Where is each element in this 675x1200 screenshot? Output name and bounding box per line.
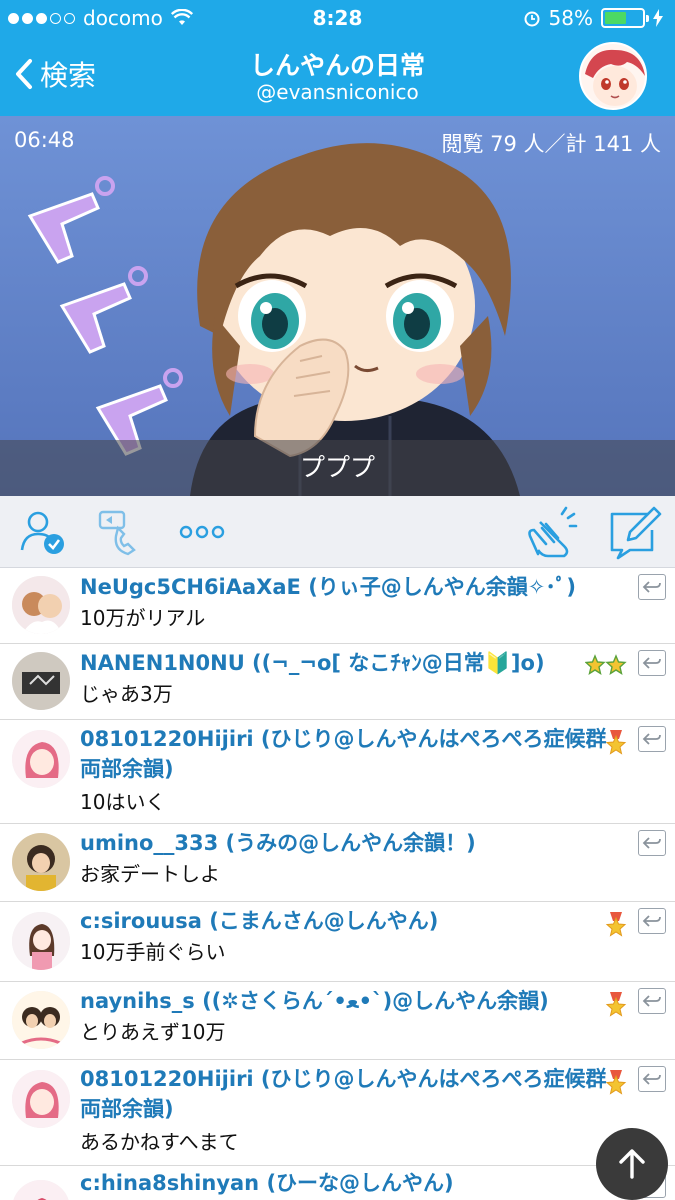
collab-call-button[interactable] [94,506,150,558]
battery-icon [601,8,649,28]
comment-row[interactable]: NeUgc5CH6iAaXaE (りぃ子@しんやん余韻✧･ﾟ) 10万がリアル [0,568,675,644]
comment-row[interactable]: 08101220Hijiri (ひじり@しんやんはぺろぺろ症候群両部余韻) ある… [0,1060,675,1166]
status-bar: docomo 8:28 58% [0,0,675,38]
arrow-up-icon [619,1149,645,1179]
nav-bar: 検索 しんやんの日常 @evansniconico [0,38,675,116]
scroll-to-top-button[interactable] [596,1128,668,1200]
stream-artwork [0,116,675,496]
comment-text: 10はいく [80,790,166,814]
comment-text: あるかねすへまて [80,1130,239,1154]
alarm-icon [524,11,540,27]
battery-percent: 58% [548,6,593,30]
comment-list: NeUgc5CH6iAaXaE (りぃ子@しんやん余韻✧･ﾟ) 10万がリアル … [0,568,675,1200]
comment-row[interactable]: c:hina8shinyan (ひーな@しんやん) [0,1166,675,1200]
more-button[interactable] [178,516,226,548]
user-avatar[interactable] [12,991,70,1049]
comment-text: 10万手前ぐらい [80,940,226,964]
follow-check-icon [20,511,64,554]
voice-call-icon [98,510,136,556]
comment-text: じゃあ3万 [80,682,173,706]
charging-icon [653,9,663,27]
page-subtitle: @evansniconico [256,80,419,104]
comment-username[interactable]: NeUgc5CH6iAaXaE (りぃ子@しんやん余韻✧･ﾟ) [80,572,608,602]
comment-username[interactable]: NANEN1N0NU ((¬_¬o[ なこﾁｬﾝ@日常🔰]o) [80,648,608,678]
more-icon [179,525,225,539]
user-avatar[interactable] [12,833,70,891]
user-avatar[interactable] [12,730,70,788]
reply-icon [642,1073,661,1085]
reply-icon [642,837,661,849]
reply-icon [642,657,661,669]
comment-row[interactable]: NANEN1N0NU ((¬_¬o[ なこﾁｬﾝ@日常🔰]o) じゃあ3万 [0,644,675,720]
status-right: 58% [523,6,663,30]
clap-button[interactable] [524,504,580,560]
reply-button[interactable] [638,726,666,752]
comment-text: お家デートしよ [80,862,220,886]
reply-button[interactable] [638,908,666,934]
comment-row[interactable]: umino__333 (うみの@しんやん余韻！) お家デートしよ [0,824,675,902]
reply-button[interactable] [638,650,666,676]
medal-badge-icon [605,992,627,1023]
comment-username[interactable]: c:hina8shinyan (ひーな@しんやん) [80,1168,608,1198]
comment-username[interactable]: umino__333 (うみの@しんやん余韻！) [80,828,608,858]
medal-badge-icon [605,730,627,761]
reply-button[interactable] [638,1066,666,1092]
double-star-badge-icon [584,654,627,683]
elapsed-time: 06:48 [14,128,75,152]
compose-comment-button[interactable] [606,504,662,560]
medal-badge-icon [605,912,627,943]
comment-row[interactable]: 08101220Hijiri (ひじり@しんやんはぺろぺろ症候群両部余韻) 10… [0,720,675,824]
reply-icon [642,995,661,1007]
reply-icon [642,581,661,593]
comment-row[interactable]: c:sirouusa (こまんさん@しんやん) 10万手前ぐらい [0,902,675,982]
medal-badge-icon [605,1070,627,1101]
action-toolbar [0,496,675,568]
user-avatar[interactable] [12,912,70,970]
compose-icon [610,506,662,560]
user-avatar[interactable] [12,576,70,634]
clap-icon [528,506,578,558]
reply-button[interactable] [638,988,666,1014]
user-avatar[interactable] [12,1180,70,1200]
user-avatar[interactable] [12,1070,70,1128]
reply-button[interactable] [638,574,666,600]
comment-username[interactable]: 08101220Hijiri (ひじり@しんやんはぺろぺろ症候群両部余韻) [80,1064,608,1124]
live-video[interactable]: 06:48 閲覧 79 人／計 141 人 プププ [0,116,675,496]
stream-caption: プププ [0,440,675,496]
reply-button[interactable] [638,830,666,856]
comment-text: とりあえず10万 [80,1020,226,1044]
page-title: しんやんの日常 [249,51,425,80]
comment-text: 10万がリアル [80,606,206,630]
broadcaster-avatar[interactable] [579,42,647,110]
viewer-count: 閲覧 79 人／計 141 人 [441,132,661,156]
comment-username[interactable]: c:sirouusa (こまんさん@しんやん) [80,906,608,936]
reply-icon [642,915,661,927]
follow-button[interactable] [18,508,66,556]
reply-icon [642,733,661,745]
comment-username[interactable]: naynihs_s ((✲さくらん´•ﻌ•`)@しんやん余韻) [80,986,608,1016]
comment-row[interactable]: naynihs_s ((✲さくらん´•ﻌ•`)@しんやん余韻) とりあえず10万 [0,982,675,1060]
comment-username[interactable]: 08101220Hijiri (ひじり@しんやんはぺろぺろ症候群両部余韻) [80,724,608,784]
user-avatar[interactable] [12,652,70,710]
